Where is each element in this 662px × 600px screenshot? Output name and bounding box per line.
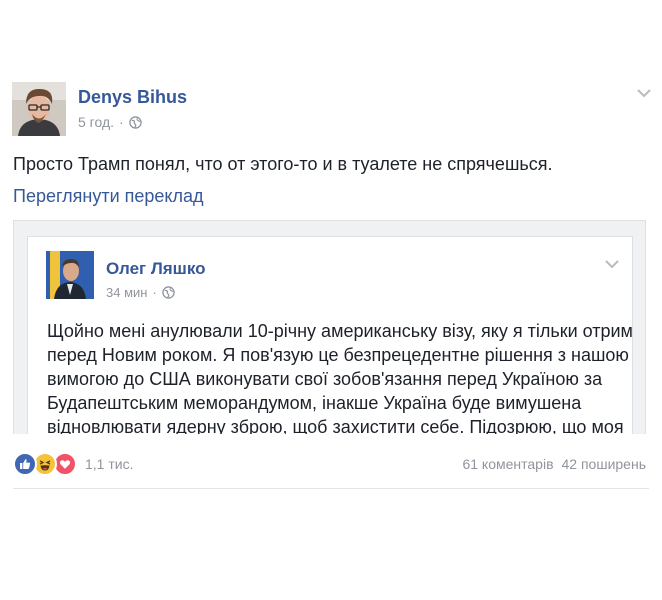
meta-separator: · bbox=[119, 114, 124, 130]
shared-text-line: Щойно мені анулювали 10-річну американсь… bbox=[47, 321, 633, 341]
shared-text-line: перед Новим роком. Я пов'язую це безпрец… bbox=[47, 345, 629, 365]
shared-post-frame: Олег Ляшко 34 мин · Щойно мені анулювали… bbox=[13, 220, 646, 434]
globe-icon[interactable] bbox=[162, 286, 175, 299]
shared-text-line: Будапештським меморандумом, інакше Украї… bbox=[47, 393, 582, 413]
meta-separator: · bbox=[152, 285, 157, 300]
shared-text-line: відновлювати ядерну зброю, щоб захистити… bbox=[47, 417, 624, 434]
globe-icon[interactable] bbox=[128, 115, 142, 129]
shared-post-timestamp[interactable]: 34 мин bbox=[106, 285, 147, 300]
shared-author-name[interactable]: Олег Ляшко bbox=[106, 259, 206, 279]
shares-count-link[interactable]: 42 поширень bbox=[562, 456, 646, 472]
shared-post-text: Щойно мені анулювали 10-річну американсь… bbox=[47, 319, 632, 434]
comments-count-link[interactable]: 61 коментарів bbox=[462, 456, 553, 472]
engagement-counts: 61 коментарів 42 поширень bbox=[462, 456, 646, 472]
like-icon[interactable] bbox=[13, 452, 37, 476]
post-meta: 5 год. · bbox=[78, 114, 142, 130]
author-avatar[interactable] bbox=[12, 82, 66, 136]
shared-post-meta: 34 мин · bbox=[106, 285, 175, 300]
author-name[interactable]: Denys Bihus bbox=[78, 87, 187, 108]
shared-author-avatar[interactable] bbox=[46, 251, 94, 299]
post-options-chevron-icon[interactable] bbox=[636, 88, 652, 98]
shared-post-options-chevron-icon[interactable] bbox=[604, 259, 620, 269]
post-card: Denys Bihus 5 год. · Просто Трамп понял,… bbox=[0, 0, 662, 600]
reactions-count[interactable]: 1,1 тис. bbox=[85, 456, 133, 472]
see-translation-link[interactable]: Переглянути переклад bbox=[13, 186, 204, 207]
post-divider bbox=[13, 488, 649, 489]
reactions-summary[interactable] bbox=[13, 452, 77, 476]
shared-post[interactable]: Олег Ляшко 34 мин · Щойно мені анулювали… bbox=[27, 236, 633, 434]
post-text: Просто Трамп понял, что от этого-то и в … bbox=[13, 154, 553, 174]
post-timestamp[interactable]: 5 год. bbox=[78, 114, 114, 130]
post-stats-bar: 1,1 тис. 61 коментарів 42 поширень bbox=[13, 449, 646, 479]
shared-text-line: вимогою до США виконувати свої зобов'яза… bbox=[47, 369, 603, 389]
